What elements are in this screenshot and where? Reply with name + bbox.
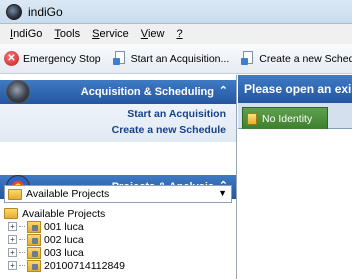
project-icon <box>27 233 41 246</box>
tab-label: No Identity <box>262 112 313 125</box>
tree-root-label: Available Projects <box>22 207 106 220</box>
app-icon <box>6 4 22 20</box>
identity-icon <box>247 112 257 125</box>
create-schedule-link[interactable]: Create a new Schedule <box>112 124 226 136</box>
plus-expander-icon[interactable]: + <box>8 261 17 270</box>
tree-connector <box>19 252 25 253</box>
plus-expander-icon[interactable]: + <box>8 235 17 244</box>
start-acquisition-label: Start an Acquisition... <box>130 52 230 65</box>
create-schedule-button[interactable]: Create a new Schedule <box>241 51 352 66</box>
acquisition-orb-icon <box>6 80 30 104</box>
start-acquisition-link[interactable]: Start an Acquisition <box>127 108 226 120</box>
folder-icon <box>8 188 22 200</box>
projects-dropdown[interactable]: Available Projects ▼ <box>4 185 232 203</box>
acquisition-section-header[interactable]: Acquisition & Scheduling ⌃ <box>0 80 236 104</box>
tree-root[interactable]: Available Projects <box>4 207 232 220</box>
tree-item[interactable]: + 001 luca <box>4 220 232 233</box>
menu-view[interactable]: View <box>135 28 171 40</box>
stop-icon: ✕ <box>4 51 19 66</box>
projects-dropdown-value: Available Projects <box>26 188 110 200</box>
dropdown-arrow-icon[interactable]: ▼ <box>218 188 227 198</box>
toolbar: ✕ Emergency Stop Start an Acquisition...… <box>0 44 352 74</box>
tab-no-identity[interactable]: No Identity <box>242 107 328 129</box>
right-panel: Please open an exist No Identity <box>238 75 352 279</box>
start-acquisition-button[interactable]: Start an Acquisition... <box>112 51 230 66</box>
tree-item-label: 20100714112849 <box>44 259 125 272</box>
tree-item-label: 003 luca <box>44 246 84 259</box>
create-schedule-label: Create a new Schedule <box>259 52 352 65</box>
tab-strip: No Identity <box>238 103 352 129</box>
acquisition-section-body: Start an Acquisition Create a new Schedu… <box>0 104 236 142</box>
collapse-chevron-icon[interactable]: ⌃ <box>219 84 228 97</box>
tree-item[interactable]: + 002 luca <box>4 233 232 246</box>
projects-tree: Available Projects + 001 luca + 002 luca… <box>4 207 232 272</box>
menu-bar: IndiGo Tools Service View ? <box>0 24 352 44</box>
tree-connector <box>19 226 25 227</box>
open-project-banner: Please open an exist <box>238 75 352 103</box>
tree-item[interactable]: + 20100714112849 <box>4 259 232 272</box>
tree-connector <box>19 265 25 266</box>
emergency-stop-label: Emergency Stop <box>23 52 101 65</box>
project-icon <box>27 246 41 259</box>
plus-expander-icon[interactable]: + <box>8 248 17 257</box>
menu-tools[interactable]: Tools <box>48 28 86 40</box>
folder-icon <box>4 208 18 219</box>
tree-item[interactable]: + 003 luca <box>4 246 232 259</box>
left-panel: Acquisition & Scheduling ⌃ Start an Acqu… <box>0 75 237 279</box>
menu-indigo[interactable]: IndiGo <box>4 28 48 40</box>
plus-expander-icon[interactable]: + <box>8 222 17 231</box>
project-icon <box>27 220 41 233</box>
acquisition-section-title: Acquisition & Scheduling <box>80 86 214 98</box>
new-document-icon <box>112 51 127 66</box>
menu-help[interactable]: ? <box>170 28 188 40</box>
tree-item-label: 001 luca <box>44 220 84 233</box>
schedule-icon <box>241 51 255 66</box>
title-bar: indiGo <box>0 0 352 24</box>
tree-connector <box>19 239 25 240</box>
emergency-stop-button[interactable]: ✕ Emergency Stop <box>4 51 101 66</box>
tree-item-label: 002 luca <box>44 233 84 246</box>
window-title: indiGo <box>28 5 63 19</box>
project-icon <box>27 259 41 272</box>
menu-service[interactable]: Service <box>86 28 135 40</box>
